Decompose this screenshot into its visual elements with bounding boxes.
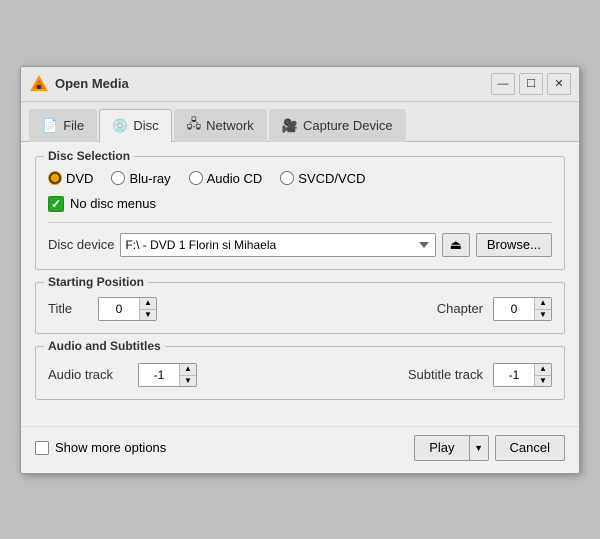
radio-dvd-label: DVD (66, 171, 93, 186)
title-spinner-buttons: ▲ ▼ (139, 298, 156, 320)
title-left: Open Media (29, 74, 129, 94)
subtitle-track-label: Subtitle track (408, 367, 483, 382)
subtitle-spinner-buttons: ▲ ▼ (534, 364, 551, 386)
radio-bluray-label: Blu-ray (129, 171, 170, 186)
subtitle-group: Subtitle track ▲ ▼ (408, 363, 552, 387)
title-label: Title (48, 301, 88, 316)
chapter-spinner-buttons: ▲ ▼ (534, 298, 551, 320)
radio-audiocd-input[interactable] (189, 171, 203, 185)
title-spinner-up[interactable]: ▲ (140, 298, 156, 309)
checkmark-icon: ✓ (51, 198, 61, 210)
chapter-group: Chapter ▲ ▼ (437, 297, 552, 321)
tab-bar: 📄 File 💿 Disc 🖧 Network 🎥 Capture Device (21, 102, 579, 142)
starting-position-label: Starting Position (44, 275, 148, 289)
disc-selection-label: Disc Selection (44, 149, 134, 163)
audio-subtitles-group: Audio and Subtitles Audio track ▲ ▼ Subt… (35, 346, 565, 400)
file-tab-icon: 📄 (42, 118, 58, 134)
tab-file-label: File (63, 118, 84, 133)
subtitle-spinner-input[interactable] (494, 364, 534, 386)
title-spinner-down[interactable]: ▼ (140, 309, 156, 320)
show-more-label: Show more options (55, 440, 166, 455)
eject-button[interactable]: ⏏ (442, 233, 470, 257)
audio-spinner-up[interactable]: ▲ (180, 364, 196, 375)
subtitle-spinner-down[interactable]: ▼ (535, 375, 551, 386)
device-row: Disc device F:\ - DVD 1 Florin si Mihael… (48, 233, 552, 257)
title-spinner-input[interactable] (99, 298, 139, 320)
chapter-spinner-down[interactable]: ▼ (535, 309, 551, 320)
title-buttons: — ☐ ✕ (491, 73, 571, 95)
audio-track-label: Audio track (48, 367, 128, 382)
play-button[interactable]: Play (414, 435, 468, 461)
open-media-window: Open Media — ☐ ✕ 📄 File 💿 Disc 🖧 Network… (20, 66, 580, 474)
radio-bluray[interactable]: Blu-ray (111, 171, 170, 186)
network-tab-icon: 🖧 (187, 115, 202, 137)
bottom-right-buttons: Play ▼ Cancel (414, 435, 565, 461)
tab-disc[interactable]: 💿 Disc (99, 109, 171, 142)
capture-tab-icon: 🎥 (282, 118, 298, 134)
close-button[interactable]: ✕ (547, 73, 571, 95)
no-disc-menus-label: No disc menus (70, 196, 156, 211)
play-dropdown-icon: ▼ (474, 443, 483, 453)
minimize-button[interactable]: — (491, 73, 515, 95)
content-area: Disc Selection DVD Blu-ray Audio CD SV (21, 142, 579, 422)
tab-network[interactable]: 🖧 Network (174, 109, 267, 142)
subtitle-spinner-up[interactable]: ▲ (535, 364, 551, 375)
subtitle-spinner: ▲ ▼ (493, 363, 552, 387)
tab-disc-label: Disc (133, 118, 158, 133)
play-button-group: Play ▼ (414, 435, 488, 461)
title-bar: Open Media — ☐ ✕ (21, 67, 579, 102)
window-title: Open Media (55, 76, 129, 91)
browse-button[interactable]: Browse... (476, 233, 552, 257)
starting-position-group: Starting Position Title ▲ ▼ Chapter ▲ (35, 282, 565, 334)
audio-spinner: ▲ ▼ (138, 363, 197, 387)
radio-svcd[interactable]: SVCD/VCD (280, 171, 365, 186)
radio-svcd-label: SVCD/VCD (298, 171, 365, 186)
disc-selection-group: Disc Selection DVD Blu-ray Audio CD SV (35, 156, 565, 270)
chapter-spinner: ▲ ▼ (493, 297, 552, 321)
tab-network-label: Network (206, 118, 254, 133)
radio-dvd[interactable]: DVD (48, 171, 93, 186)
chapter-spinner-up[interactable]: ▲ (535, 298, 551, 309)
position-row: Title ▲ ▼ Chapter ▲ ▼ (48, 297, 552, 321)
audio-spinner-buttons: ▲ ▼ (179, 364, 196, 386)
tab-capture-label: Capture Device (303, 118, 393, 133)
bottom-bar: Show more options Play ▼ Cancel (21, 426, 579, 473)
device-select[interactable]: F:\ - DVD 1 Florin si Mihaela (120, 233, 435, 257)
show-more-options[interactable]: Show more options (35, 440, 166, 455)
audio-spinner-down[interactable]: ▼ (180, 375, 196, 386)
chapter-spinner-input[interactable] (494, 298, 534, 320)
device-label: Disc device (48, 237, 114, 252)
chapter-label: Chapter (437, 301, 483, 316)
no-disc-menus-checkbox[interactable]: ✓ (48, 196, 64, 212)
disc-tab-icon: 💿 (112, 118, 128, 134)
tab-capture[interactable]: 🎥 Capture Device (269, 109, 406, 142)
no-disc-menus-row: ✓ No disc menus (48, 196, 552, 212)
cancel-button[interactable]: Cancel (495, 435, 565, 461)
show-more-checkbox[interactable] (35, 441, 49, 455)
eject-icon: ⏏ (450, 237, 462, 253)
title-spinner: ▲ ▼ (98, 297, 157, 321)
radio-svcd-input[interactable] (280, 171, 294, 185)
radio-dvd-input[interactable] (48, 171, 62, 185)
play-dropdown-button[interactable]: ▼ (469, 435, 489, 461)
maximize-button[interactable]: ☐ (519, 73, 543, 95)
radio-audiocd-label: Audio CD (207, 171, 263, 186)
audio-subtitle-row: Audio track ▲ ▼ Subtitle track ▲ ▼ (48, 363, 552, 387)
radio-bluray-input[interactable] (111, 171, 125, 185)
radio-audiocd[interactable]: Audio CD (189, 171, 263, 186)
audio-spinner-input[interactable] (139, 364, 179, 386)
audio-subtitles-label: Audio and Subtitles (44, 339, 165, 353)
divider (48, 222, 552, 223)
tab-file[interactable]: 📄 File (29, 109, 97, 142)
vlc-icon (29, 74, 49, 94)
disc-type-radio-group: DVD Blu-ray Audio CD SVCD/VCD (48, 171, 552, 186)
